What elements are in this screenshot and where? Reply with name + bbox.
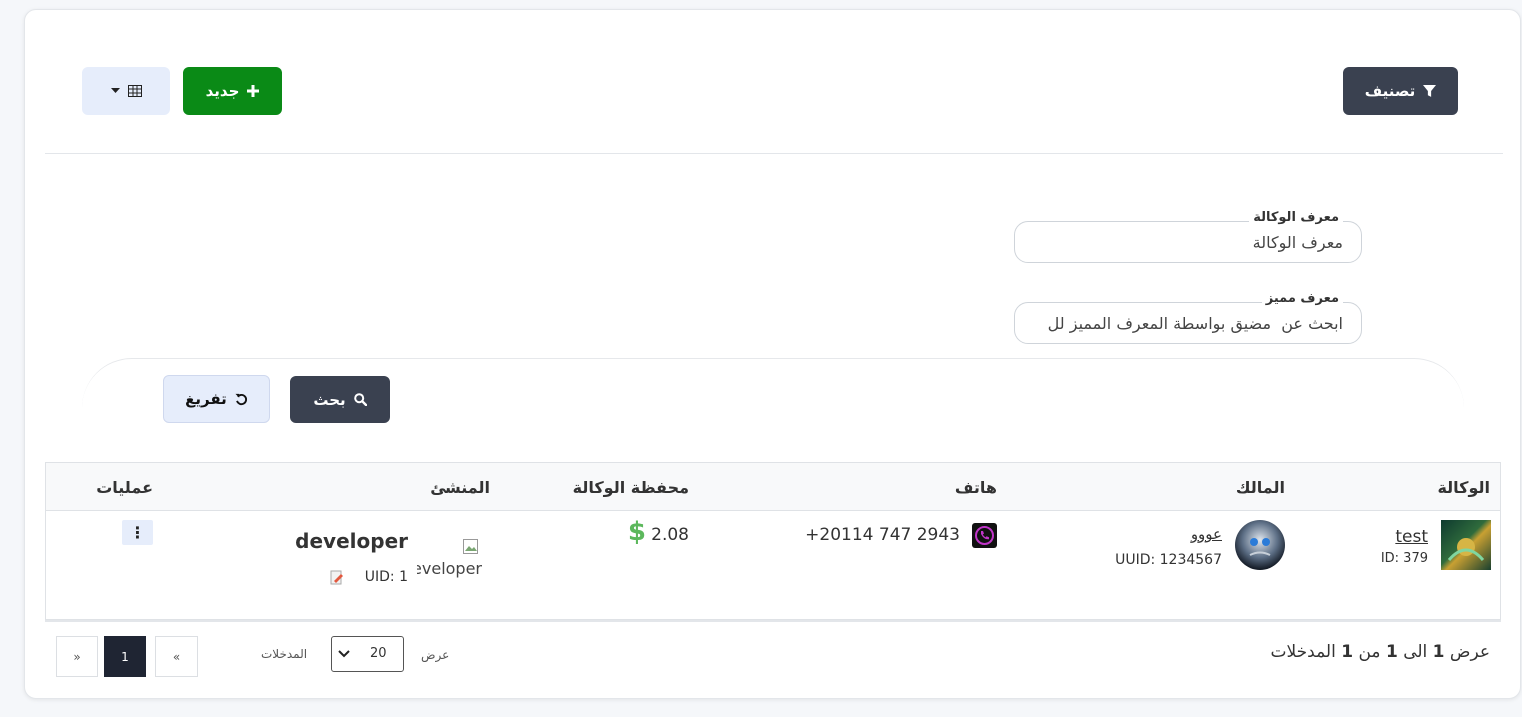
agencies-table: الوكالة المالك هاتف محفظة الوكالة المنشئ… [45, 462, 1501, 620]
undo-icon [235, 393, 247, 405]
th-phone[interactable]: هاتف [955, 478, 997, 497]
agency-id-label: معرف الوكالة [1249, 210, 1343, 225]
creator-image-alt: developer [417, 559, 482, 578]
page-size-select[interactable]: 20 [331, 636, 404, 672]
classify-label: تصنيف [1364, 82, 1416, 100]
th-operations[interactable]: عمليات [96, 478, 153, 497]
summary-prefix: عرض [1449, 642, 1490, 662]
filter-icon [1423, 84, 1437, 97]
chevron-down-icon [338, 650, 350, 658]
search-icon [353, 393, 367, 406]
agency-name-link[interactable]: test [1395, 527, 1428, 547]
entries-label: المدخلات [261, 647, 308, 661]
reset-button[interactable]: تفريغ [163, 375, 270, 423]
reset-label: تفريغ [185, 390, 227, 408]
summary-of-word: من [1358, 642, 1381, 662]
summary-suffix: المدخلات [1270, 642, 1336, 662]
owner-uuid-text: UUID: 1234567 [1115, 552, 1222, 568]
summary-to-word: الى [1403, 642, 1428, 662]
main-card: تصنيف جديد معرف الوكالة معرف مميز بحث تف… [24, 9, 1521, 699]
table-bottom-border [45, 620, 1501, 622]
page-size-value: 20 [370, 646, 387, 661]
phone-icon[interactable] [972, 523, 997, 548]
new-button[interactable]: جديد [183, 67, 282, 115]
edit-icon[interactable] [330, 570, 344, 586]
entries-summary: عرض 1 الى 1 من 1 المدخلات [1271, 642, 1490, 662]
unique-id-label: معرف مميز [1261, 291, 1343, 306]
dollar-icon: $ [627, 517, 646, 547]
columns-toggle-button[interactable] [82, 67, 170, 115]
table-header: الوكالة المالك هاتف محفظة الوكالة المنشئ… [46, 463, 1500, 511]
show-label: عرض [421, 648, 450, 662]
caret-down-icon [110, 88, 120, 93]
row-menu-button[interactable]: ⋮ [122, 520, 153, 545]
page-1-label: 1 [121, 649, 129, 664]
agency-id-input[interactable] [1015, 222, 1361, 262]
kebab-icon: ⋮ [129, 523, 146, 542]
search-button[interactable]: بحث [290, 376, 390, 423]
summary-from: 1 [1432, 642, 1445, 662]
page-1-button[interactable]: 1 [104, 636, 146, 677]
prev-page-label: « [172, 649, 181, 664]
unique-id-input[interactable] [1015, 303, 1361, 343]
plus-icon [247, 85, 260, 97]
th-owner[interactable]: المالك [1236, 478, 1285, 497]
creator-image: developer [417, 537, 482, 583]
classify-button[interactable]: تصنيف [1343, 67, 1458, 115]
summary-to: 1 [1385, 642, 1398, 662]
prev-page-button[interactable]: « [155, 636, 198, 677]
agency-thumbnail [1441, 520, 1491, 570]
search-label: بحث [313, 390, 346, 409]
creator-uid-text: UID: 1 [364, 569, 408, 585]
new-label: جديد [205, 82, 240, 100]
summary-total: 1 [1341, 642, 1354, 662]
th-agency[interactable]: الوكالة [1437, 478, 1490, 497]
agency-id-text: ID: 379 [1380, 551, 1428, 566]
unique-id-field: معرف مميز [1014, 291, 1362, 344]
th-creator[interactable]: المنشئ [430, 478, 490, 497]
th-wallet[interactable]: محفظة الوكالة [573, 478, 689, 497]
creator-name: developer [295, 529, 408, 553]
phone-number: +20114 747 2943 [805, 525, 960, 545]
wallet-amount: 2.08 [651, 525, 689, 545]
toolbar-divider [45, 153, 1503, 154]
next-page-button[interactable]: » [56, 636, 98, 677]
owner-name-link[interactable]: عووو [1191, 525, 1222, 543]
agency-id-field: معرف الوكالة [1014, 210, 1362, 263]
next-page-label: » [73, 649, 81, 664]
table-icon [127, 85, 142, 97]
owner-avatar [1235, 520, 1285, 570]
